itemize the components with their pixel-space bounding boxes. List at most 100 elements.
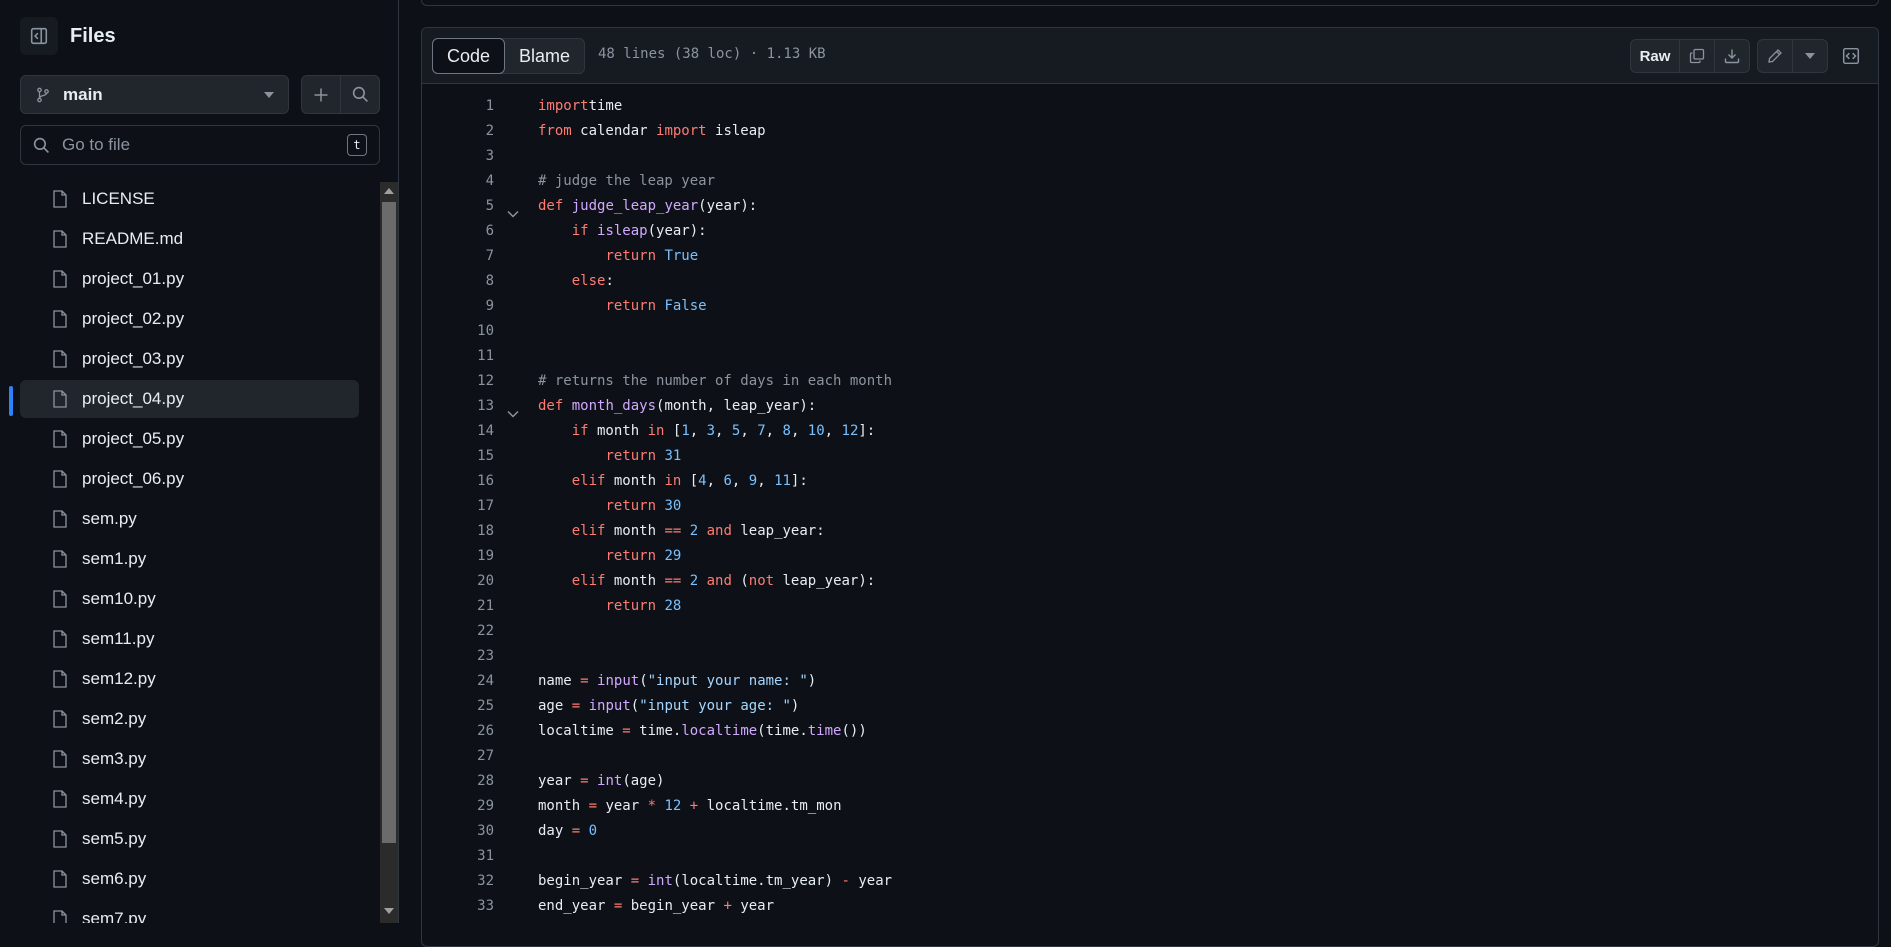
- collapse-sidebar-button[interactable]: [20, 17, 58, 55]
- line-number[interactable]: 2: [422, 119, 494, 144]
- edit-file-button[interactable]: [1758, 40, 1792, 72]
- scroll-up-arrow[interactable]: [384, 188, 394, 194]
- search-icon: [33, 137, 49, 153]
- line-number[interactable]: 24: [422, 669, 494, 694]
- code-token: month_days: [571, 398, 657, 414]
- code-token: +: [723, 898, 732, 914]
- file-item[interactable]: project_03.py: [20, 340, 359, 378]
- line-number[interactable]: 14: [422, 419, 494, 444]
- line-number[interactable]: 6: [422, 219, 494, 244]
- code-token: time: [588, 98, 623, 114]
- line-number[interactable]: 27: [422, 744, 494, 769]
- copy-raw-button[interactable]: [1679, 40, 1714, 72]
- line-number[interactable]: 17: [422, 494, 494, 519]
- file-item[interactable]: sem5.py: [20, 820, 359, 858]
- tab-blame[interactable]: Blame: [505, 39, 584, 73]
- line-number[interactable]: 15: [422, 444, 494, 469]
- line-number[interactable]: 18: [422, 519, 494, 544]
- code-line: 2 from calendar import isleap: [422, 119, 1878, 144]
- raw-button[interactable]: Raw: [1631, 40, 1679, 72]
- tab-code[interactable]: Code: [432, 38, 506, 74]
- file-item[interactable]: sem1.py: [20, 540, 359, 578]
- line-number[interactable]: 3: [422, 144, 494, 169]
- search-code-button[interactable]: [340, 75, 380, 114]
- line-number[interactable]: 16: [422, 469, 494, 494]
- file-item[interactable]: sem4.py: [20, 780, 359, 818]
- line-number[interactable]: 26: [422, 719, 494, 744]
- code-line: 15 return 31: [422, 444, 1878, 469]
- line-number[interactable]: 20: [422, 569, 494, 594]
- add-file-button[interactable]: [301, 75, 341, 114]
- download-raw-button[interactable]: [1714, 40, 1749, 72]
- file-item[interactable]: project_05.py: [20, 420, 359, 458]
- file-name: README.md: [82, 229, 184, 248]
- line-number[interactable]: 13: [422, 394, 494, 419]
- file-name: sem6.py: [82, 869, 147, 888]
- code-token: 8: [782, 423, 791, 439]
- code-token: in: [647, 423, 665, 439]
- line-number[interactable]: 9: [422, 294, 494, 319]
- code-token: =: [580, 773, 589, 789]
- scroll-down-arrow[interactable]: [384, 908, 394, 914]
- code-line: 23: [422, 644, 1878, 669]
- line-number[interactable]: 10: [422, 319, 494, 344]
- caret-down-icon: [264, 91, 274, 98]
- line-number[interactable]: 7: [422, 244, 494, 269]
- file-item[interactable]: project_02.py: [20, 300, 359, 338]
- symbols-panel-button[interactable]: [1834, 39, 1868, 73]
- file-item[interactable]: sem12.py: [20, 660, 359, 698]
- line-number[interactable]: 8: [422, 269, 494, 294]
- file-icon: [52, 670, 72, 688]
- file-item[interactable]: sem2.py: [20, 700, 359, 738]
- line-number[interactable]: 31: [422, 844, 494, 869]
- line-number[interactable]: 11: [422, 344, 494, 369]
- line-number[interactable]: 30: [422, 819, 494, 844]
- line-number[interactable]: 19: [422, 544, 494, 569]
- file-item[interactable]: project_06.py: [20, 460, 359, 498]
- line-number[interactable]: 25: [422, 694, 494, 719]
- line-number[interactable]: 5: [422, 194, 494, 219]
- edit-options-dropdown[interactable]: [1792, 40, 1827, 72]
- keyboard-shortcut-hint: t: [347, 134, 367, 156]
- line-number[interactable]: 4: [422, 169, 494, 194]
- line-number[interactable]: 22: [422, 619, 494, 644]
- code-line: 19 return 29: [422, 544, 1878, 569]
- file-item[interactable]: sem.py: [20, 500, 359, 538]
- file-item[interactable]: sem10.py: [20, 580, 359, 618]
- file-item[interactable]: README.md: [20, 220, 359, 258]
- code-line: 12 # returns the number of days in each m…: [422, 369, 1878, 394]
- sidebar-scrollbar-thumb[interactable]: [382, 202, 396, 843]
- file-item[interactable]: sem7.py: [20, 900, 359, 923]
- code-token: [: [681, 473, 699, 489]
- file-name: sem.py: [82, 509, 137, 528]
- code-token: "input your name: ": [647, 673, 808, 689]
- branch-selector[interactable]: main: [20, 75, 289, 114]
- line-number[interactable]: 23: [422, 644, 494, 669]
- line-number[interactable]: 28: [422, 769, 494, 794]
- file-item[interactable]: project_04.py: [20, 380, 359, 418]
- line-number[interactable]: 32: [422, 869, 494, 894]
- code-token: ,: [824, 423, 842, 439]
- line-number[interactable]: 1: [422, 94, 494, 119]
- line-number[interactable]: 21: [422, 594, 494, 619]
- file-icon: [52, 510, 72, 528]
- line-number[interactable]: 33: [422, 894, 494, 919]
- line-number[interactable]: 12: [422, 369, 494, 394]
- file-item[interactable]: sem3.py: [20, 740, 359, 778]
- file-item[interactable]: sem11.py: [20, 620, 359, 658]
- file-item[interactable]: LICENSE: [20, 180, 359, 218]
- line-number[interactable]: 29: [422, 794, 494, 819]
- code-text: if month in [1, 3, 5, 7, 8, 10, 12]:: [538, 419, 876, 444]
- code-text: elif month == 2 and (not leap_year):: [538, 569, 876, 594]
- code-text: return 31: [538, 444, 681, 469]
- file-item[interactable]: sem6.py: [20, 860, 359, 898]
- go-to-file-input[interactable]: [60, 134, 347, 156]
- git-branch-icon: [37, 87, 49, 102]
- file-item[interactable]: project_01.py: [20, 260, 359, 298]
- code-text: else:: [538, 269, 614, 294]
- go-to-file-field[interactable]: t: [20, 125, 380, 165]
- code-token: year: [597, 798, 648, 814]
